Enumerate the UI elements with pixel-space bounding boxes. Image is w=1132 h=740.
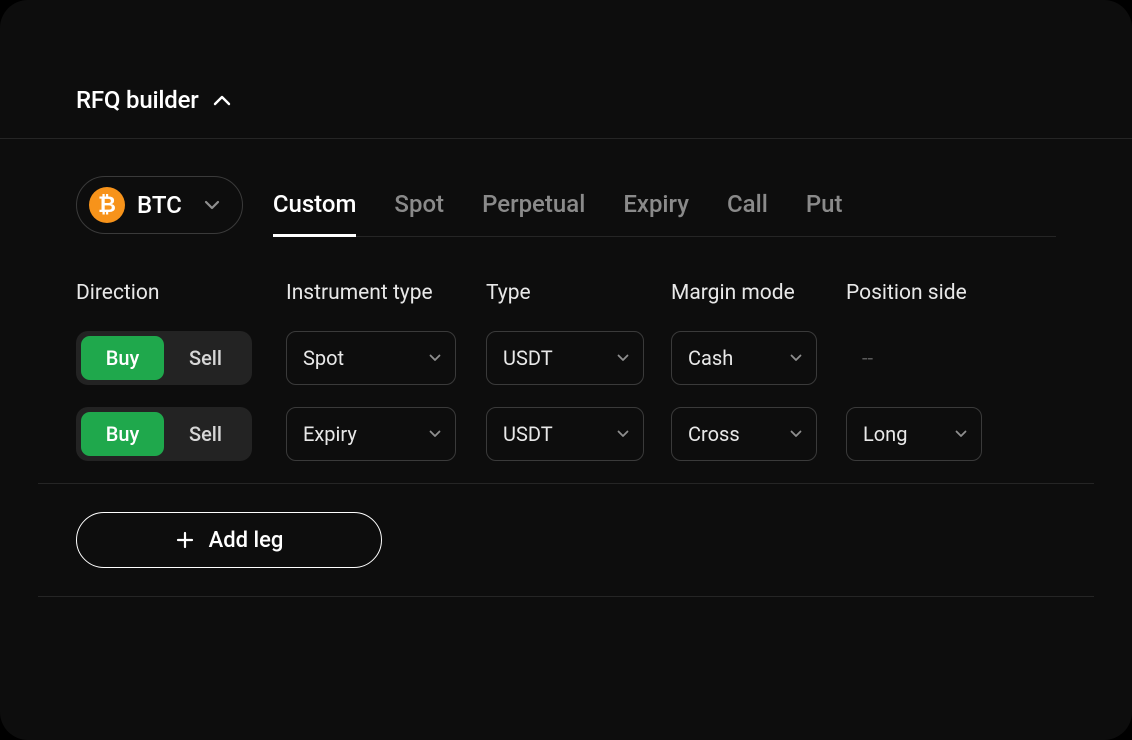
instrument-value: Expiry: [303, 422, 357, 446]
tab-call[interactable]: Call: [727, 190, 768, 236]
chevron-down-icon: [429, 354, 441, 362]
sell-button[interactable]: Sell: [164, 412, 247, 456]
column-instrument: Instrument type: [286, 281, 486, 305]
column-type: Type: [486, 281, 671, 305]
add-leg-button[interactable]: Add leg: [76, 512, 382, 568]
add-leg-section: Add leg: [38, 483, 1094, 597]
chevron-down-icon: [617, 354, 629, 362]
margin-value: Cash: [688, 346, 733, 370]
tab-bar: Custom Spot Perpetual Expiry Call Put: [273, 173, 1056, 237]
type-select[interactable]: USDT: [486, 407, 644, 461]
sell-button[interactable]: Sell: [164, 336, 247, 380]
position-placeholder: --: [846, 346, 873, 370]
column-margin: Margin mode: [671, 281, 846, 305]
chevron-down-icon: [790, 430, 802, 438]
bitcoin-icon: ₿: [89, 187, 125, 223]
chevron-up-icon: [213, 91, 231, 109]
buy-button[interactable]: Buy: [81, 336, 164, 380]
buy-button[interactable]: Buy: [81, 412, 164, 456]
type-value: USDT: [503, 422, 553, 446]
margin-select[interactable]: Cash: [671, 331, 817, 385]
legs-list: Buy Sell Spot USDT Cash: [0, 305, 1132, 461]
position-value: Long: [863, 422, 907, 446]
columns-header: Direction Instrument type Type Margin mo…: [0, 237, 1132, 305]
controls-row: ₿ BTC Custom Spot Perpetual Expiry Call …: [0, 139, 1132, 237]
type-value: USDT: [503, 346, 553, 370]
chevron-down-icon: [617, 430, 629, 438]
plus-icon: [175, 530, 195, 550]
margin-select[interactable]: Cross: [671, 407, 817, 461]
type-select[interactable]: USDT: [486, 331, 644, 385]
instrument-select[interactable]: Expiry: [286, 407, 456, 461]
panel-header[interactable]: RFQ builder: [0, 0, 1132, 139]
asset-select[interactable]: ₿ BTC: [76, 176, 243, 234]
direction-toggle: Buy Sell: [76, 407, 252, 461]
leg-row: Buy Sell Expiry USDT Cross: [76, 407, 1056, 461]
instrument-select[interactable]: Spot: [286, 331, 456, 385]
rfq-panel: RFQ builder ₿ BTC Custom Spot Perpetual …: [0, 0, 1132, 740]
asset-symbol: BTC: [137, 191, 182, 219]
column-direction: Direction: [76, 281, 286, 305]
tab-expiry[interactable]: Expiry: [623, 190, 689, 236]
panel-title: RFQ builder: [76, 86, 199, 114]
tab-custom[interactable]: Custom: [273, 190, 357, 236]
direction-toggle: Buy Sell: [76, 331, 252, 385]
chevron-down-icon: [429, 430, 441, 438]
margin-value: Cross: [688, 422, 740, 446]
tab-perpetual[interactable]: Perpetual: [482, 190, 585, 236]
chevron-down-icon: [790, 354, 802, 362]
instrument-value: Spot: [303, 346, 344, 370]
position-select[interactable]: Long: [846, 407, 982, 461]
leg-row: Buy Sell Spot USDT Cash: [76, 331, 1056, 385]
chevron-down-icon: [955, 430, 967, 438]
tab-put[interactable]: Put: [806, 190, 843, 236]
chevron-down-icon: [204, 200, 220, 210]
add-leg-label: Add leg: [209, 528, 284, 553]
column-position: Position side: [846, 281, 1016, 305]
tab-spot[interactable]: Spot: [394, 190, 444, 236]
